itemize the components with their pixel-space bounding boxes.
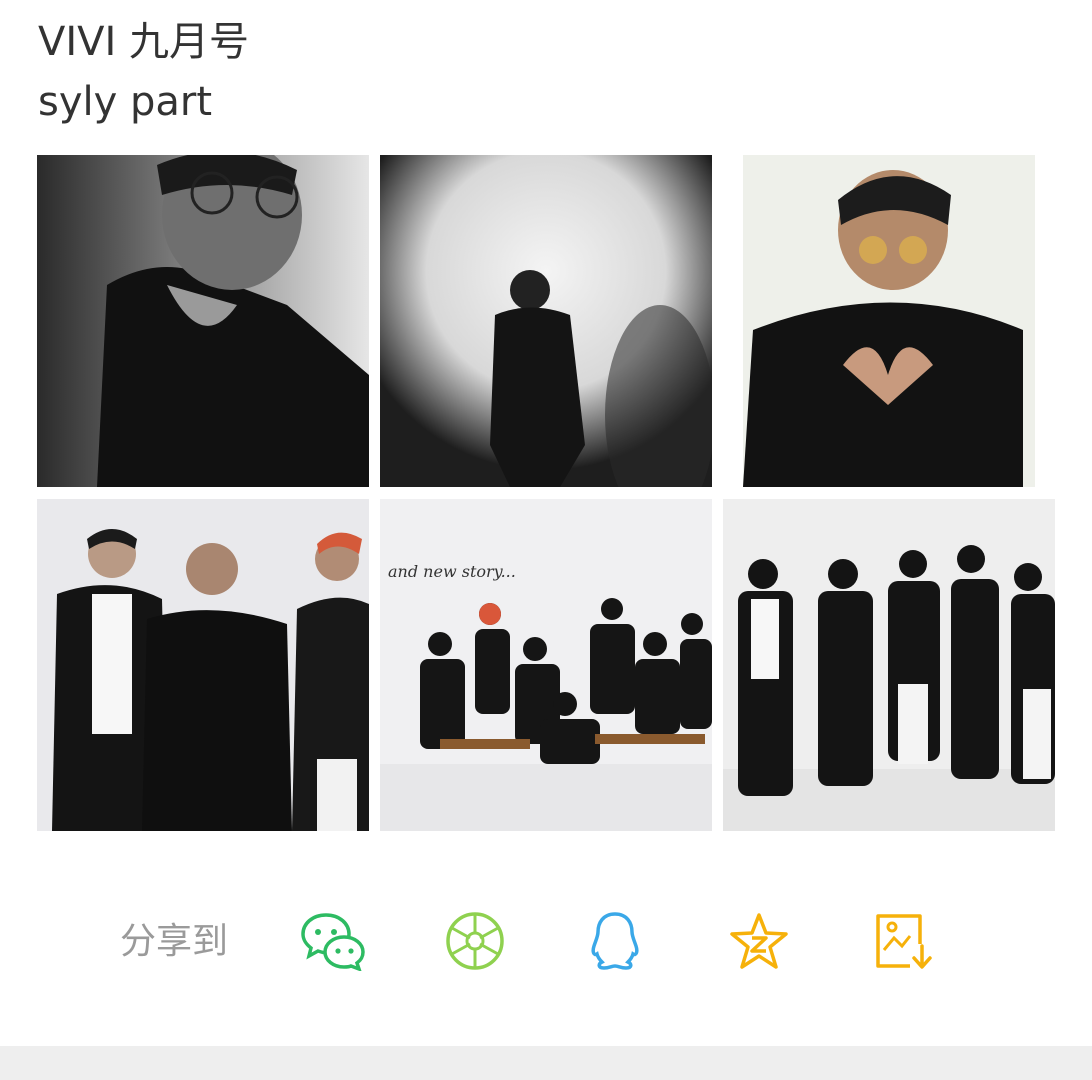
photo-5-image: and new story... bbox=[380, 499, 712, 831]
save-image-button[interactable] bbox=[868, 908, 938, 974]
photo-3[interactable] bbox=[723, 155, 1055, 487]
photo-4-image bbox=[37, 499, 369, 831]
photo-1[interactable] bbox=[37, 155, 369, 487]
post-caption: VIVI 九月号 syly part bbox=[38, 12, 249, 132]
share-moments-button[interactable] bbox=[440, 908, 510, 974]
photo-grid: and new story... bbox=[37, 155, 1055, 831]
photo-2-image bbox=[380, 155, 712, 487]
bottom-divider-bar bbox=[0, 1046, 1092, 1080]
post-subtitle: syly part bbox=[38, 79, 213, 125]
photo-overlay-text: and new story... bbox=[388, 562, 516, 581]
share-qzone-button[interactable] bbox=[724, 908, 794, 974]
share-label: 分享到 bbox=[120, 921, 229, 962]
photo-5[interactable]: and new story... bbox=[380, 499, 712, 831]
photo-1-image bbox=[37, 155, 369, 487]
qq-icon bbox=[591, 912, 639, 970]
post-title: VIVI 九月号 bbox=[38, 19, 250, 65]
wechat-icon bbox=[301, 913, 365, 971]
save-image-icon bbox=[876, 914, 932, 969]
photo-6[interactable] bbox=[723, 499, 1055, 831]
share-qq-button[interactable] bbox=[580, 908, 650, 974]
photo-2[interactable] bbox=[380, 155, 712, 487]
photo-6-image bbox=[723, 499, 1055, 831]
photo-4[interactable] bbox=[37, 499, 369, 831]
photo-3-image bbox=[723, 155, 1055, 487]
share-wechat-button[interactable] bbox=[298, 908, 368, 974]
qzone-star-icon bbox=[730, 913, 788, 969]
share-bar: 分享到 bbox=[0, 900, 1092, 984]
moments-icon bbox=[446, 912, 504, 970]
